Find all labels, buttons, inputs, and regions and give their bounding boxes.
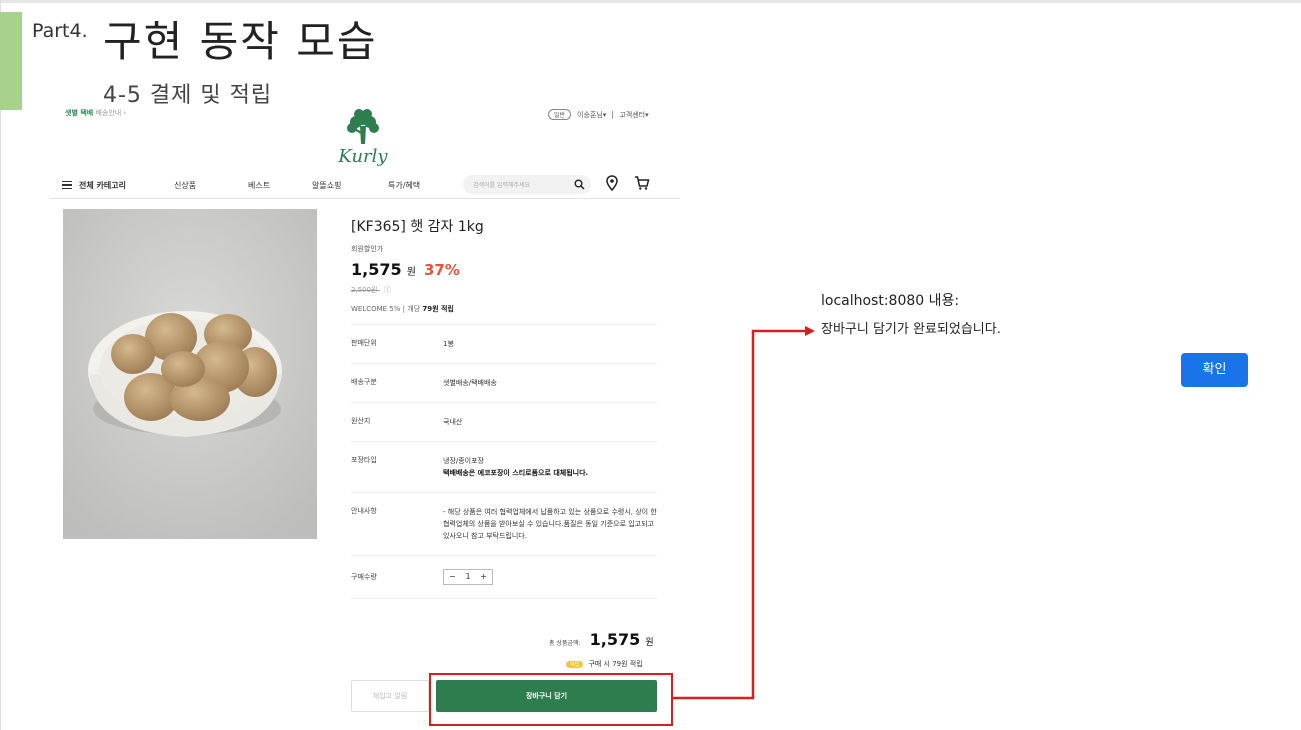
table-row: 판매단위 1봉 xyxy=(351,325,657,364)
nav-special[interactable]: 특가/혜택 xyxy=(388,180,420,191)
product-name: [KF365] 햇 감자 1kg xyxy=(351,219,484,235)
alert-ok-button[interactable]: 확인 xyxy=(1181,353,1248,387)
qty-minus-button[interactable]: − xyxy=(449,571,456,583)
logo-text: Kurly xyxy=(337,146,388,167)
total-unit: 원 xyxy=(645,638,654,648)
qty-plus-button[interactable]: + xyxy=(480,571,487,583)
row-key: 포장타입 xyxy=(351,456,377,464)
kurly-product-page: 샛별 택배 배송안내 › 일반 이승훈님▾ 고객센터▾ Kurly 전체 카테고… xyxy=(50,104,680,730)
customer-center-link[interactable]: 고객센터▾ xyxy=(619,110,648,120)
main-navigation: 전체 카테고리 신상품 베스트 알뜰쇼핑 특가/혜택 검색어를 입력해주세요 xyxy=(62,174,662,198)
original-price: 2,500원 ⓘ xyxy=(351,285,657,295)
quantity-stepper[interactable]: − 1 + xyxy=(443,569,493,585)
earn-badge: 적립 xyxy=(566,661,584,668)
total-label: 총 상품금액: xyxy=(549,640,581,647)
table-row: 배송구분 샛별배송/택배배송 xyxy=(351,364,657,403)
nav-best[interactable]: 베스트 xyxy=(248,180,270,191)
menu-icon[interactable] xyxy=(62,181,72,189)
product-info: [KF365] 햇 감자 1kg 회원할인가 1,575 원 37% 2,500… xyxy=(351,216,657,599)
slide-accent-bar xyxy=(0,12,22,110)
total-price: 총 상품금액: 1,575 원 xyxy=(549,630,654,649)
original-price-value: 2,500원 xyxy=(351,286,378,294)
search-icon[interactable] xyxy=(574,179,585,190)
table-row: 안내사항 - 해당 상품은 여러 협력업체에서 납품하고 있는 상품으로 수령시… xyxy=(351,493,657,556)
alert-dialog-title: localhost:8080 내용: xyxy=(821,293,960,309)
welcome-earn-prefix: 개당 xyxy=(407,305,421,313)
table-row: 포장타입 냉장/종이포장 택배배송은 에코포장이 스티로폼으로 대체됩니다. xyxy=(351,442,657,493)
total-value: 1,575 xyxy=(589,630,641,649)
alert-dialog-message: 장바구니 담기가 완료되었습니다. xyxy=(821,322,1001,337)
row-value: - 해당 상품은 여러 협력업체에서 납품하고 있는 상품으로 수령시, 상이 … xyxy=(443,508,657,540)
welcome-earn-amount: 79원 적립 xyxy=(422,305,454,313)
member-price-label: 회원할인가 xyxy=(351,245,384,253)
potato-bowl-image xyxy=(63,209,317,539)
row-value: 샛별배송/택배배송 xyxy=(443,379,497,387)
earn-text: 구매 시 79원 적립 xyxy=(588,660,643,668)
info-icon[interactable]: ⓘ xyxy=(384,285,391,295)
nav-divider xyxy=(50,198,680,199)
slide-title: 구현 동작 모습 xyxy=(103,17,378,66)
member-grade-badge: 일반 xyxy=(548,109,572,120)
search-input[interactable]: 검색어를 입력해주세요 xyxy=(463,175,591,194)
row-value-group: 냉장/종이포장 택배배송은 에코포장이 스티로폼으로 대체됩니다. xyxy=(443,455,657,479)
kurly-logo[interactable]: Kurly xyxy=(328,106,398,170)
delivery-bold: 샛별 택배 xyxy=(65,109,94,117)
top-links: 일반 이승훈님▾ 고객센터▾ xyxy=(548,109,649,120)
product-detail-table: 판매단위 1봉 배송구분 샛별배송/택배배송 원산지 국내산 포장타입 냉장/종… xyxy=(351,324,657,599)
nav-bargain[interactable]: 알뜰쇼핑 xyxy=(312,180,341,191)
row-key: 판매단위 xyxy=(351,339,377,347)
qty-label: 구매수량 xyxy=(351,573,377,581)
delivery-rest: 배송안내 › xyxy=(95,109,127,117)
discount-rate: 37% xyxy=(424,261,460,279)
row-value: 국내산 xyxy=(443,418,463,426)
welcome-rate: WELCOME 5% xyxy=(351,305,401,313)
price-line: 1,575 원 37% xyxy=(351,260,657,279)
qty-value-cell: − 1 + xyxy=(443,569,657,585)
row-key: 배송구분 xyxy=(351,378,377,386)
search-placeholder: 검색어를 입력해주세요 xyxy=(473,182,531,189)
slide-top-border xyxy=(0,0,1301,3)
table-row: 원산지 국내산 xyxy=(351,403,657,442)
quantity-row: 구매수량 − 1 + xyxy=(351,556,657,599)
welcome-benefit: WELCOME 5% | 개당 79원 적립 xyxy=(351,305,454,313)
delivery-info-link[interactable]: 샛별 택배 배송안내 › xyxy=(65,108,126,118)
slide-part-label: Part4. xyxy=(32,20,88,42)
row-key: 원산지 xyxy=(351,417,371,425)
cart-icon[interactable] xyxy=(634,175,650,191)
row-value: 1봉 xyxy=(443,340,454,348)
location-pin-icon[interactable] xyxy=(606,175,618,191)
row-value: 냉장/종이포장 xyxy=(443,457,484,465)
qty-value: 1 xyxy=(465,572,471,581)
top-links-divider xyxy=(612,110,614,119)
user-menu-link[interactable]: 이승훈님▾ xyxy=(577,110,606,120)
price-value: 1,575 xyxy=(351,260,402,279)
restock-notify-button[interactable]: 재입고 알림 xyxy=(351,680,429,712)
nav-new[interactable]: 신상품 xyxy=(174,180,196,191)
nav-category[interactable]: 전체 카테고리 xyxy=(79,180,126,191)
row-key: 안내사항 xyxy=(351,507,377,515)
cart-button-highlight xyxy=(429,673,673,726)
earn-info: 적립 구매 시 79원 적립 xyxy=(566,659,643,669)
price-unit: 원 xyxy=(406,267,416,278)
row-extra: 택배배송은 에코포장이 스티로폼으로 대체됩니다. xyxy=(443,469,589,477)
product-image xyxy=(63,209,317,539)
